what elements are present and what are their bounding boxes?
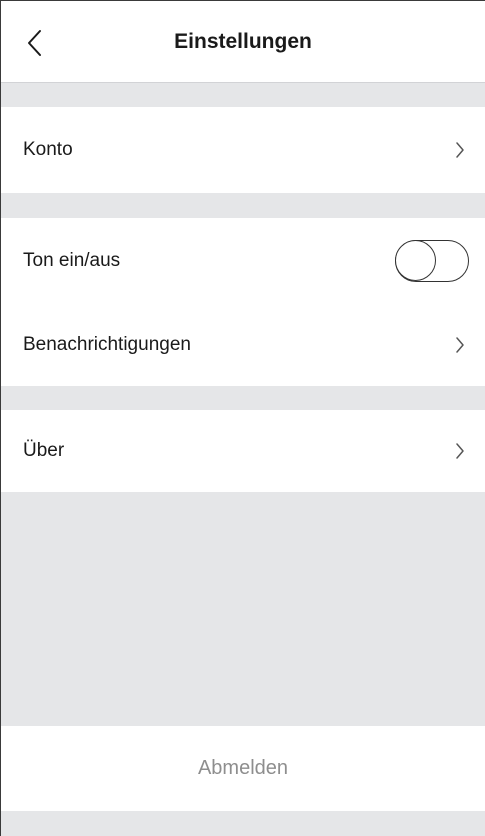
logout-label: Abmelden bbox=[197, 757, 289, 779]
chevron-right-icon bbox=[453, 140, 467, 160]
back-button[interactable] bbox=[15, 23, 55, 63]
sound-row: Ton ein/aus bbox=[1, 218, 485, 304]
preferences-group: Ton ein/aus Benachrichtigungen bbox=[1, 218, 485, 386]
notifications-label: Benachrichtigungen bbox=[23, 334, 191, 355]
sound-label: Ton ein/aus bbox=[23, 250, 121, 271]
toggle-knob bbox=[395, 240, 436, 281]
chevron-right-icon bbox=[453, 441, 467, 461]
page-title: Einstellungen bbox=[174, 30, 312, 53]
account-row[interactable]: Konto bbox=[1, 107, 485, 193]
account-label: Konto bbox=[23, 139, 73, 160]
settings-screen: Einstellungen Konto Ton ein/aus Benachri… bbox=[0, 0, 485, 836]
about-label: Über bbox=[23, 440, 65, 461]
chevron-left-icon bbox=[28, 30, 41, 56]
notifications-row[interactable]: Benachrichtigungen bbox=[1, 304, 485, 386]
about-group: Über bbox=[1, 410, 485, 492]
sound-toggle[interactable] bbox=[395, 240, 469, 282]
about-row[interactable]: Über bbox=[1, 410, 485, 492]
header-bar: Einstellungen bbox=[1, 1, 485, 83]
chevron-right-icon bbox=[453, 335, 467, 355]
logout-button[interactable]: Abmelden bbox=[1, 726, 485, 811]
account-group: Konto bbox=[1, 107, 485, 193]
